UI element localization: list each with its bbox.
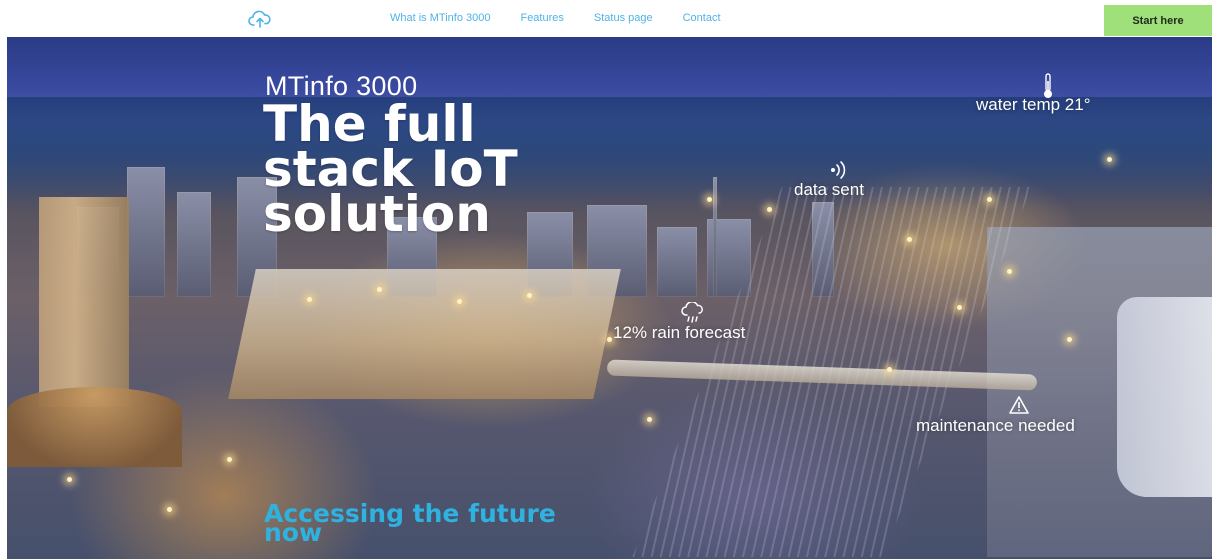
nav-link-what-is[interactable]: What is MTinfo 3000: [390, 12, 490, 24]
hero-title: The full stack IoT solution: [263, 95, 518, 243]
left-tower: [39, 197, 129, 407]
rain-forecast-label: 12% rain forecast: [613, 323, 746, 342]
start-here-button[interactable]: Start here: [1104, 5, 1212, 36]
main-nav: What is MTinfo 3000 Features Status page…: [390, 0, 721, 36]
hero-banner: MTinfo 3000 The full stack IoT solution …: [7, 37, 1212, 559]
water-temp-label: water temp 21°: [976, 95, 1091, 114]
data-sent-label: data sent: [794, 180, 864, 199]
cloud-upload-icon[interactable]: [248, 8, 272, 30]
nav-link-status-page[interactable]: Status page: [594, 12, 653, 24]
parking-garage: [228, 269, 621, 399]
hero-tagline: Accessing the future now: [264, 499, 556, 547]
nav-link-contact[interactable]: Contact: [683, 12, 721, 24]
docked-ship: [1117, 297, 1212, 497]
maintenance-needed-label: maintenance needed: [916, 416, 1075, 435]
domed-building: [7, 387, 182, 467]
nav-link-features[interactable]: Features: [520, 12, 563, 24]
top-navigation: What is MTinfo 3000 Features Status page…: [0, 0, 1212, 36]
